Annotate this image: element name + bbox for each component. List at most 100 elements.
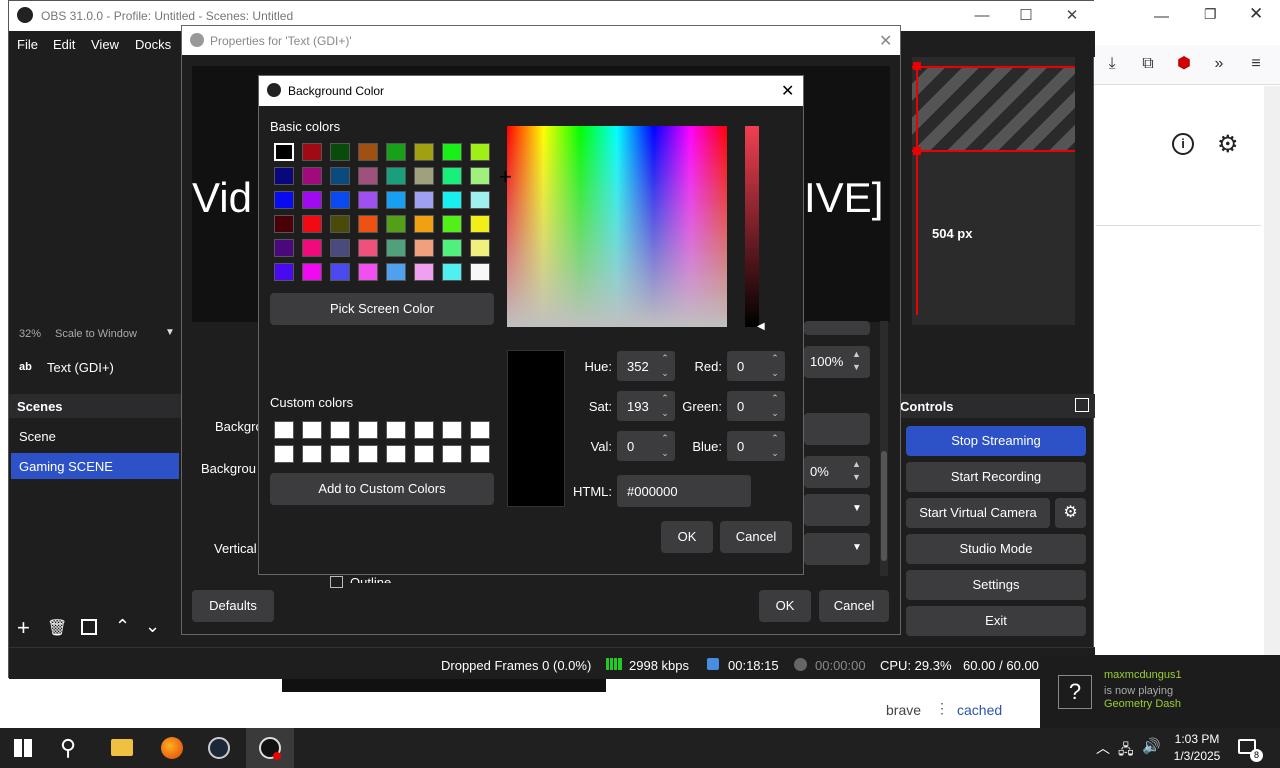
custom-color-swatch[interactable] — [470, 421, 490, 439]
chevron-down-icon[interactable]: ▼ — [165, 327, 175, 338]
settings-button[interactable]: Settings — [906, 570, 1086, 600]
spin-arrows-icon[interactable]: ⌃ ⌄ — [655, 391, 675, 421]
basic-color-swatch[interactable] — [302, 167, 322, 185]
custom-color-swatch[interactable] — [470, 445, 490, 463]
chevron-down-icon[interactable]: ▼ — [852, 503, 862, 514]
basic-color-swatch[interactable] — [274, 239, 294, 257]
filters-icon[interactable] — [81, 619, 97, 635]
alignment-dropdown[interactable]: ▼ — [804, 494, 870, 526]
basic-color-swatch[interactable] — [330, 167, 350, 185]
green-spinbox[interactable]: 0 ⌃ ⌄ — [727, 391, 785, 421]
add-icon[interactable]: + — [17, 617, 30, 639]
basic-color-swatch[interactable] — [302, 239, 322, 257]
crosshair-icon[interactable]: + — [499, 166, 512, 188]
basic-color-swatch[interactable] — [386, 167, 406, 185]
custom-color-swatch[interactable] — [386, 445, 406, 463]
basic-color-swatch[interactable] — [358, 167, 378, 185]
basic-color-swatch[interactable] — [330, 215, 350, 233]
browser-footer-cached[interactable]: cached — [957, 702, 1002, 718]
close-icon[interactable]: ✕ — [879, 31, 892, 51]
custom-color-swatch[interactable] — [330, 421, 350, 439]
basic-color-swatch[interactable] — [414, 143, 434, 161]
basic-color-swatch[interactable] — [414, 215, 434, 233]
custom-color-swatch[interactable] — [358, 445, 378, 463]
basic-color-swatch[interactable] — [302, 215, 322, 233]
basic-color-swatch[interactable] — [302, 143, 322, 161]
sat-spinbox[interactable]: 193 ⌃ ⌄ — [617, 391, 675, 421]
basic-color-swatch[interactable] — [470, 143, 490, 161]
basic-color-swatch[interactable] — [442, 191, 462, 209]
download-icon[interactable]: ⤓ — [1102, 54, 1122, 74]
custom-color-swatch[interactable] — [386, 421, 406, 439]
basic-color-swatch[interactable] — [358, 239, 378, 257]
menu-file[interactable]: File — [17, 37, 38, 52]
basic-color-swatch[interactable] — [442, 167, 462, 185]
add-to-custom-colors-button[interactable]: Add to Custom Colors — [270, 473, 494, 505]
html-input[interactable]: #000000 — [617, 475, 751, 507]
basic-color-swatch[interactable] — [274, 143, 294, 161]
undock-icon[interactable] — [1075, 398, 1089, 412]
ok-button[interactable]: OK — [661, 521, 713, 553]
clock-date[interactable]: 1/3/2025 — [1170, 749, 1224, 763]
gear-icon[interactable]: ⚙ — [1217, 130, 1239, 159]
obs-taskbar-button-active[interactable] — [246, 728, 294, 768]
chevron-up-icon[interactable]: ︿ — [1096, 738, 1110, 758]
spin-arrows-icon[interactable]: ▲ ▼ — [852, 458, 861, 484]
defaults-button[interactable]: Defaults — [192, 590, 274, 622]
menu-icon[interactable]: ≡ — [1246, 54, 1266, 74]
basic-color-swatch[interactable] — [414, 263, 434, 281]
cancel-button[interactable]: Cancel — [720, 521, 792, 553]
studio-mode-button[interactable]: Studio Mode — [906, 534, 1086, 564]
outline-checkbox[interactable] — [330, 576, 343, 588]
spin-arrows-icon[interactable]: ▲ ▼ — [852, 348, 861, 374]
basic-color-swatch[interactable] — [386, 143, 406, 161]
basic-color-swatch[interactable] — [330, 263, 350, 281]
scrollbar[interactable] — [880, 321, 888, 576]
val-spinbox[interactable]: 0 ⌃ ⌄ — [617, 431, 675, 461]
basic-color-swatch[interactable] — [302, 191, 322, 209]
basic-color-swatch[interactable] — [386, 215, 406, 233]
search-icon[interactable]: ⚲ — [60, 735, 76, 761]
ok-button[interactable]: OK — [759, 590, 811, 622]
scrollbar-thumb[interactable] — [881, 451, 887, 561]
chevron-down-icon[interactable]: ▼ — [852, 542, 862, 553]
value-slider[interactable] — [745, 126, 759, 327]
spin-arrows-icon[interactable]: ⌃ ⌄ — [655, 431, 675, 461]
more-icon[interactable]: ⋮ — [935, 700, 949, 717]
gear-icon[interactable]: ⚙ — [1055, 498, 1086, 528]
custom-color-swatch[interactable] — [302, 445, 322, 463]
basic-color-swatch[interactable] — [274, 191, 294, 209]
menu-edit[interactable]: Edit — [53, 37, 75, 52]
basic-color-swatch[interactable] — [470, 263, 490, 281]
basic-color-swatch[interactable] — [358, 143, 378, 161]
clock-time[interactable]: 1:03 PM — [1172, 732, 1222, 746]
volume-icon[interactable]: 🔊 — [1142, 737, 1161, 755]
custom-color-swatch[interactable] — [442, 445, 462, 463]
info-icon[interactable]: i — [1172, 133, 1194, 155]
basic-color-swatch[interactable] — [470, 215, 490, 233]
basic-color-swatch[interactable] — [442, 143, 462, 161]
basic-color-swatch[interactable] — [274, 215, 294, 233]
hue-saturation-picker[interactable]: + — [499, 126, 727, 327]
stop-streaming-button[interactable]: Stop Streaming — [906, 426, 1086, 456]
zoom-mode[interactable]: Scale to Window — [55, 328, 137, 340]
background-color-field[interactable] — [804, 413, 870, 445]
scene-item[interactable]: Scene — [11, 423, 179, 449]
basic-color-swatch[interactable] — [330, 143, 350, 161]
custom-color-swatch[interactable] — [414, 445, 434, 463]
vertical-dropdown[interactable]: ▼ — [804, 533, 870, 565]
custom-color-swatch[interactable] — [442, 421, 462, 439]
start-virtual-camera-button[interactable]: Start Virtual Camera — [906, 498, 1050, 528]
trash-icon[interactable]: 🗑 — [47, 618, 67, 638]
move-down-icon[interactable]: ⌄ — [145, 616, 160, 637]
chevrons-right-icon[interactable]: » — [1209, 54, 1229, 74]
spin-arrows-icon[interactable]: ⌃ ⌄ — [655, 351, 675, 381]
custom-color-swatch[interactable] — [358, 421, 378, 439]
basic-color-swatch[interactable] — [470, 167, 490, 185]
steam-notification[interactable]: ? maxmcdungus1 is now playing Geometry D… — [1040, 655, 1280, 728]
basic-color-swatch[interactable] — [414, 167, 434, 185]
firefox-icon[interactable] — [161, 737, 183, 759]
background-opacity-spinbox[interactable]: 0% ▲ ▼ — [804, 456, 870, 488]
hue-spinbox[interactable]: 352 ⌃ ⌄ — [617, 351, 675, 381]
cancel-button[interactable]: Cancel — [819, 590, 889, 622]
